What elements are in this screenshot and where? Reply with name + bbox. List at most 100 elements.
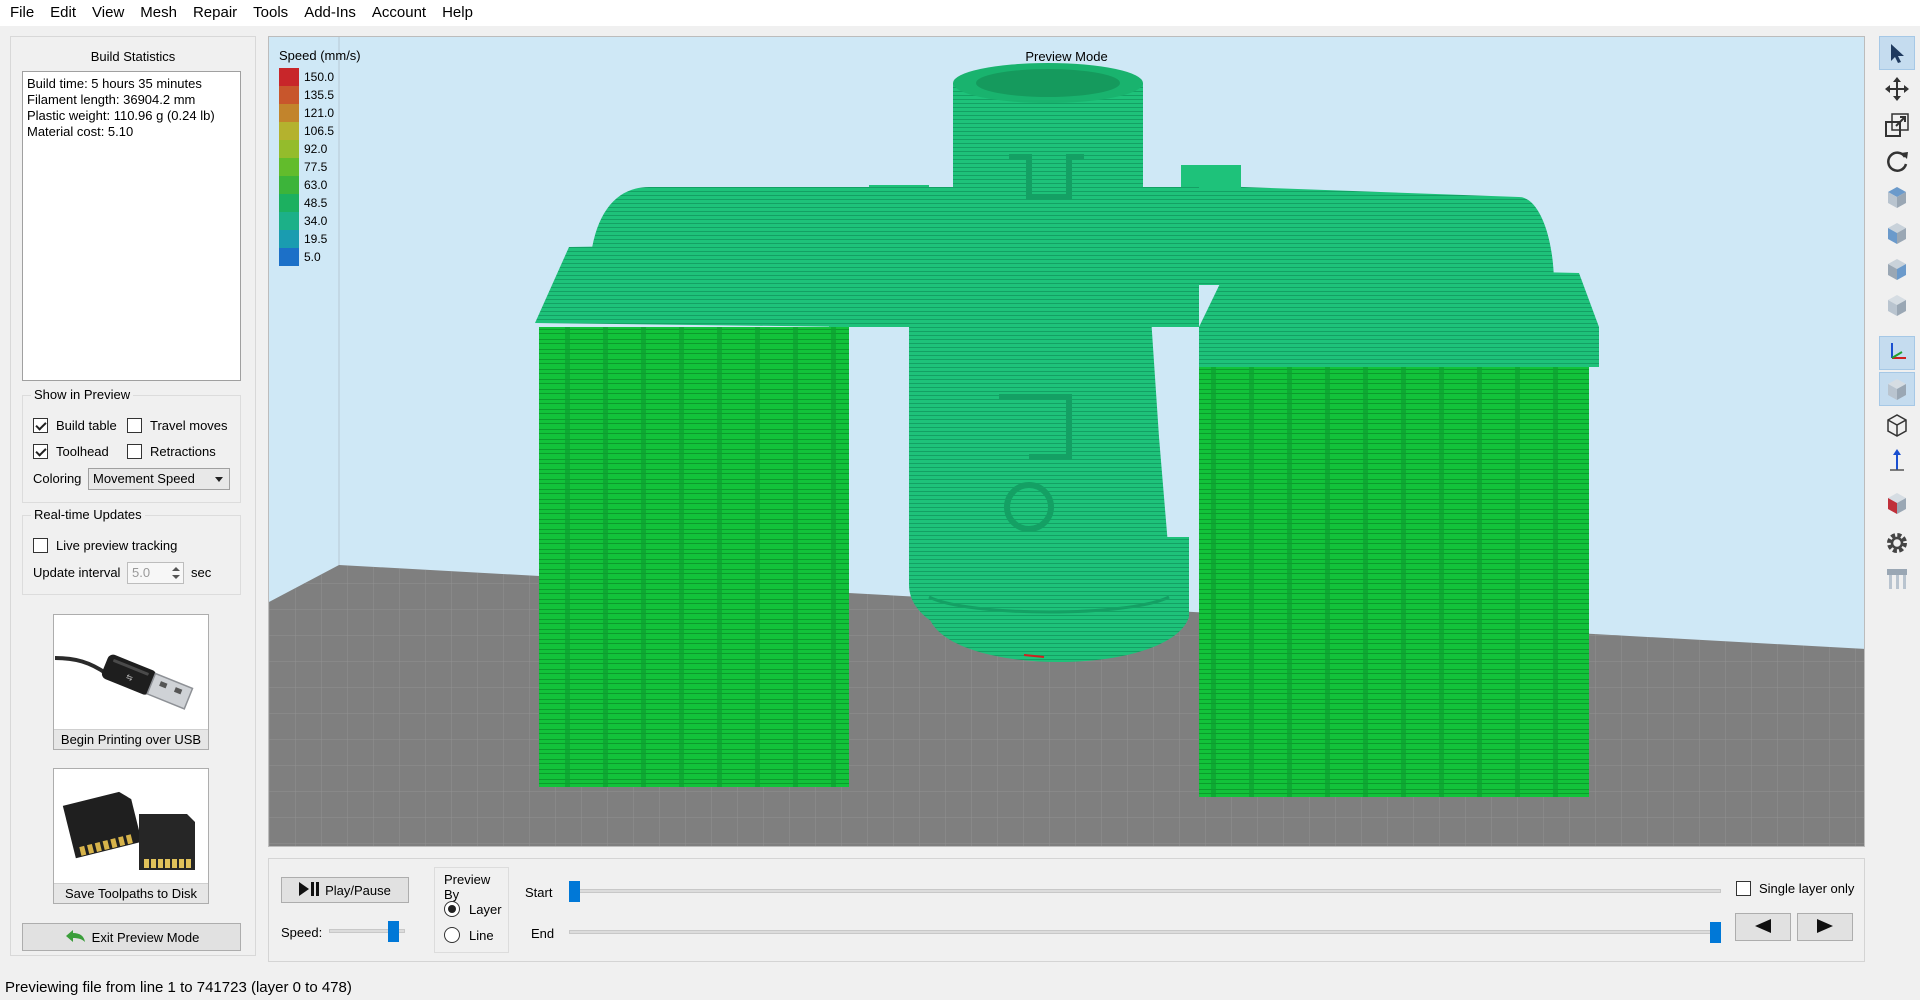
triangle-right-icon bbox=[1817, 918, 1833, 936]
right-toolbar bbox=[1877, 36, 1917, 976]
view-top-cube-icon[interactable] bbox=[1879, 180, 1915, 214]
coloring-value: Movement Speed bbox=[93, 471, 195, 486]
preview-by-line-option[interactable]: Line bbox=[444, 927, 494, 943]
build-statistics-box[interactable]: Build time: 5 hours 35 minutes Filament … bbox=[22, 71, 241, 381]
menu-file[interactable]: File bbox=[2, 0, 42, 26]
start-slider-track[interactable] bbox=[569, 889, 1721, 893]
save-toolpaths-disk-button[interactable]: Save Toolpaths to Disk bbox=[53, 768, 209, 904]
show-in-preview-title: Show in Preview bbox=[31, 387, 134, 402]
line-radio[interactable] bbox=[444, 927, 460, 943]
stat-material-cost: Material cost: 5.10 bbox=[27, 124, 134, 139]
menu-help[interactable]: Help bbox=[434, 0, 481, 26]
retractions-option[interactable]: Retractions bbox=[127, 444, 216, 459]
legend-entry: 150.0 bbox=[279, 68, 334, 86]
preview-viewport[interactable]: Preview Mode Speed (mm/s) 150.0 135.5 121.… bbox=[268, 36, 1865, 847]
coloring-label: Coloring bbox=[33, 471, 82, 486]
view-iso-cube-icon[interactable] bbox=[1879, 288, 1915, 322]
travel-moves-checkbox[interactable] bbox=[127, 418, 142, 433]
start-slider-thumb[interactable] bbox=[569, 881, 580, 902]
z-axis-icon[interactable] bbox=[1879, 444, 1915, 478]
cross-section-icon[interactable] bbox=[1879, 486, 1915, 520]
spin-down-icon[interactable] bbox=[172, 575, 180, 579]
build-statistics-title: Build Statistics bbox=[90, 49, 176, 64]
view-front-cube-icon[interactable] bbox=[1879, 216, 1915, 250]
layer-radio[interactable] bbox=[444, 901, 460, 917]
build-table-label: Build table bbox=[56, 418, 117, 433]
menu-mesh[interactable]: Mesh bbox=[132, 0, 185, 26]
legend-entry: 121.0 bbox=[279, 104, 334, 122]
retractions-checkbox[interactable] bbox=[127, 444, 142, 459]
sd-cards-image bbox=[55, 770, 207, 882]
solid-cube-icon[interactable] bbox=[1879, 372, 1915, 406]
live-tracking-checkbox[interactable] bbox=[33, 538, 48, 553]
legend-swatch bbox=[279, 86, 299, 104]
preview-by-title: Preview By bbox=[444, 872, 491, 902]
end-label: End bbox=[531, 926, 555, 941]
menu-edit[interactable]: Edit bbox=[42, 0, 84, 26]
legend-swatch bbox=[279, 140, 299, 158]
play-pause-label: Play/Pause bbox=[325, 882, 391, 898]
axes-icon[interactable] bbox=[1879, 336, 1915, 370]
menu-add-ins[interactable]: Add-Ins bbox=[296, 0, 364, 26]
toolhead-option[interactable]: Toolhead bbox=[33, 444, 109, 459]
begin-printing-usb-button[interactable]: ⇆ Begin Printing over USB bbox=[53, 614, 209, 750]
preview-by-layer-option[interactable]: Layer bbox=[444, 901, 502, 917]
save-toolpaths-disk-label: Save Toolpaths to Disk bbox=[54, 883, 208, 903]
select-arrow-icon[interactable] bbox=[1879, 36, 1915, 70]
line-label: Line bbox=[469, 927, 494, 943]
view-side-cube-icon[interactable] bbox=[1879, 252, 1915, 286]
legend-entry: 5.0 bbox=[279, 248, 334, 266]
single-layer-option[interactable]: Single layer only bbox=[1736, 881, 1854, 896]
scene-canvas[interactable] bbox=[269, 37, 1865, 847]
legend-entry: 77.5 bbox=[279, 158, 334, 176]
travel-moves-option[interactable]: Travel moves bbox=[127, 418, 228, 433]
end-slider-track[interactable] bbox=[569, 930, 1721, 934]
legend-value: 34.0 bbox=[304, 214, 328, 228]
menu-tools[interactable]: Tools bbox=[245, 0, 296, 26]
back-arrow-icon bbox=[64, 928, 86, 947]
coloring-select[interactable]: Movement Speed bbox=[88, 468, 230, 490]
legend-value: 106.5 bbox=[304, 124, 335, 138]
legend-entry: 106.5 bbox=[279, 122, 334, 140]
legend-entry: 19.5 bbox=[279, 230, 334, 248]
build-table-option[interactable]: Build table bbox=[33, 418, 117, 433]
update-interval-spinbox[interactable]: 5.0 bbox=[127, 562, 184, 584]
legend-value: 48.5 bbox=[304, 196, 328, 210]
speed-label: Speed: bbox=[281, 925, 323, 940]
speed-slider-thumb[interactable] bbox=[387, 921, 399, 942]
rotate-icon[interactable] bbox=[1879, 144, 1915, 178]
move-icon[interactable] bbox=[1879, 72, 1915, 106]
scale-icon[interactable] bbox=[1879, 108, 1915, 142]
realtime-updates-title: Real-time Updates bbox=[31, 507, 145, 522]
build-table-checkbox[interactable] bbox=[33, 418, 48, 433]
legend-entry: 48.5 bbox=[279, 194, 334, 212]
start-label: Start bbox=[525, 885, 553, 900]
exit-preview-button[interactable]: Exit Preview Mode bbox=[22, 923, 241, 951]
single-layer-checkbox[interactable] bbox=[1736, 881, 1751, 896]
spin-up-icon[interactable] bbox=[172, 567, 180, 571]
update-interval-unit: sec bbox=[191, 565, 212, 580]
single-layer-label: Single layer only bbox=[1759, 881, 1855, 896]
left-panel: Build Statistics Build time: 5 hours 35 … bbox=[10, 36, 256, 956]
legend-value: 150.0 bbox=[304, 70, 335, 84]
play-pause-button[interactable]: Play/Pause bbox=[281, 877, 409, 903]
legend-swatch bbox=[279, 194, 299, 212]
end-slider-thumb[interactable] bbox=[1710, 922, 1721, 943]
toolhead-label: Toolhead bbox=[56, 444, 109, 459]
wireframe-cube-icon[interactable] bbox=[1879, 408, 1915, 442]
live-tracking-option[interactable]: Live preview tracking bbox=[33, 538, 177, 553]
gear-icon[interactable] bbox=[1879, 526, 1915, 560]
previous-layer-button[interactable] bbox=[1735, 913, 1791, 941]
menu-account[interactable]: Account bbox=[364, 0, 434, 26]
legend-value: 5.0 bbox=[304, 250, 321, 264]
stat-plastic-weight: Plastic weight: 110.96 g (0.24 lb) bbox=[27, 108, 215, 123]
menu-repair[interactable]: Repair bbox=[185, 0, 245, 26]
menu-view[interactable]: View bbox=[84, 0, 132, 26]
next-layer-button[interactable] bbox=[1797, 913, 1853, 941]
legend-swatch bbox=[279, 158, 299, 176]
menu-bar: File Edit View Mesh Repair Tools Add-Ins… bbox=[0, 0, 1920, 26]
toolhead-checkbox[interactable] bbox=[33, 444, 48, 459]
supports-icon[interactable] bbox=[1879, 562, 1915, 596]
speed-legend: 150.0 135.5 121.0 106.5 92.0 77.5 63.0 48.5 34.0… bbox=[279, 68, 334, 266]
legend-swatch bbox=[279, 68, 299, 86]
